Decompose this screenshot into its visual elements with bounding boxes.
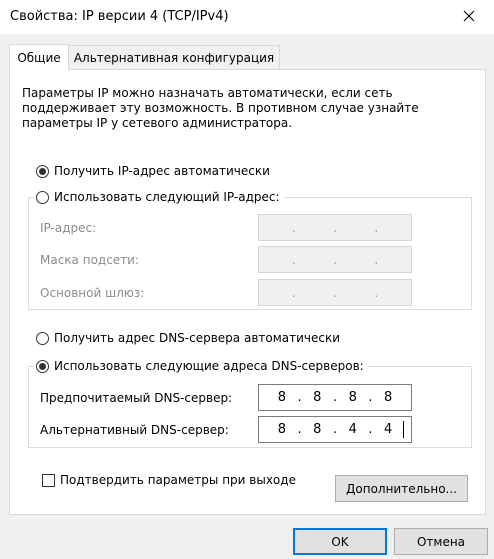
dns-auto-radio[interactable] [36, 332, 49, 345]
preferred-dns-field[interactable]: 8. 8. 8. 8 [258, 384, 412, 411]
tab-alternate-config[interactable]: Альтернативная конфигурация [68, 45, 280, 69]
dns-manual-legend: Использовать следующие адреса DNS-сервер… [34, 357, 368, 375]
octet: 8 [384, 390, 393, 405]
preferred-dns-label: Предпочитаемый DNS-сервер: [40, 391, 233, 405]
advanced-button[interactable]: Дополнительно... [335, 475, 468, 502]
close-icon [463, 10, 475, 22]
octet: 8 [313, 422, 322, 437]
default-gateway-label: Основной шлюз: [40, 286, 145, 300]
subnet-mask-label: Маска подсети: [40, 253, 140, 267]
octet: 8 [277, 422, 286, 437]
ip-auto-label[interactable]: Получить IP-адрес автоматически [54, 164, 270, 178]
radio-selected-dot [39, 362, 46, 370]
octet: 8 [348, 390, 357, 405]
dns-auto-label[interactable]: Получить адрес DNS-сервера автоматически [54, 331, 340, 345]
octet: 8 [313, 390, 322, 405]
subnet-mask-field[interactable]: ... [258, 246, 412, 273]
ip-address-field[interactable]: ... [258, 214, 412, 241]
octet: 4 [384, 422, 393, 437]
ip-manual-radio[interactable] [36, 190, 49, 204]
window-title: Свойства: IP версии 4 (TCP/IPv4) [10, 9, 229, 24]
ok-button[interactable]: OK [293, 528, 387, 555]
description-text: Параметры IP можно назначать автоматичес… [22, 86, 419, 130]
default-gateway-field[interactable]: ... [258, 279, 412, 306]
tab-general[interactable]: Общие [9, 44, 69, 70]
radio-selected-dot [39, 168, 46, 175]
ip-auto-radio[interactable] [36, 165, 49, 178]
validate-on-exit-checkbox[interactable] [42, 474, 55, 487]
octet: 4 [348, 422, 357, 437]
dns-manual-radio[interactable] [36, 359, 49, 373]
alternate-dns-field[interactable]: 8. 8. 4. 4 [258, 416, 412, 443]
ip-address-label: IP-адрес: [40, 221, 97, 235]
ip-manual-label[interactable]: Использовать следующий IP-адрес: [54, 190, 280, 204]
ip-manual-legend: Использовать следующий IP-адрес: [34, 188, 284, 206]
text-caret [403, 421, 404, 438]
octet: 8 [277, 390, 286, 405]
cancel-button[interactable]: Отмена [394, 528, 488, 555]
dns-manual-label[interactable]: Использовать следующие адреса DNS-сервер… [54, 359, 364, 373]
close-button[interactable] [454, 3, 484, 29]
alternate-dns-label: Альтернативный DNS-сервер: [40, 423, 229, 437]
validate-on-exit-label[interactable]: Подтвердить параметры при выходе [60, 473, 296, 487]
